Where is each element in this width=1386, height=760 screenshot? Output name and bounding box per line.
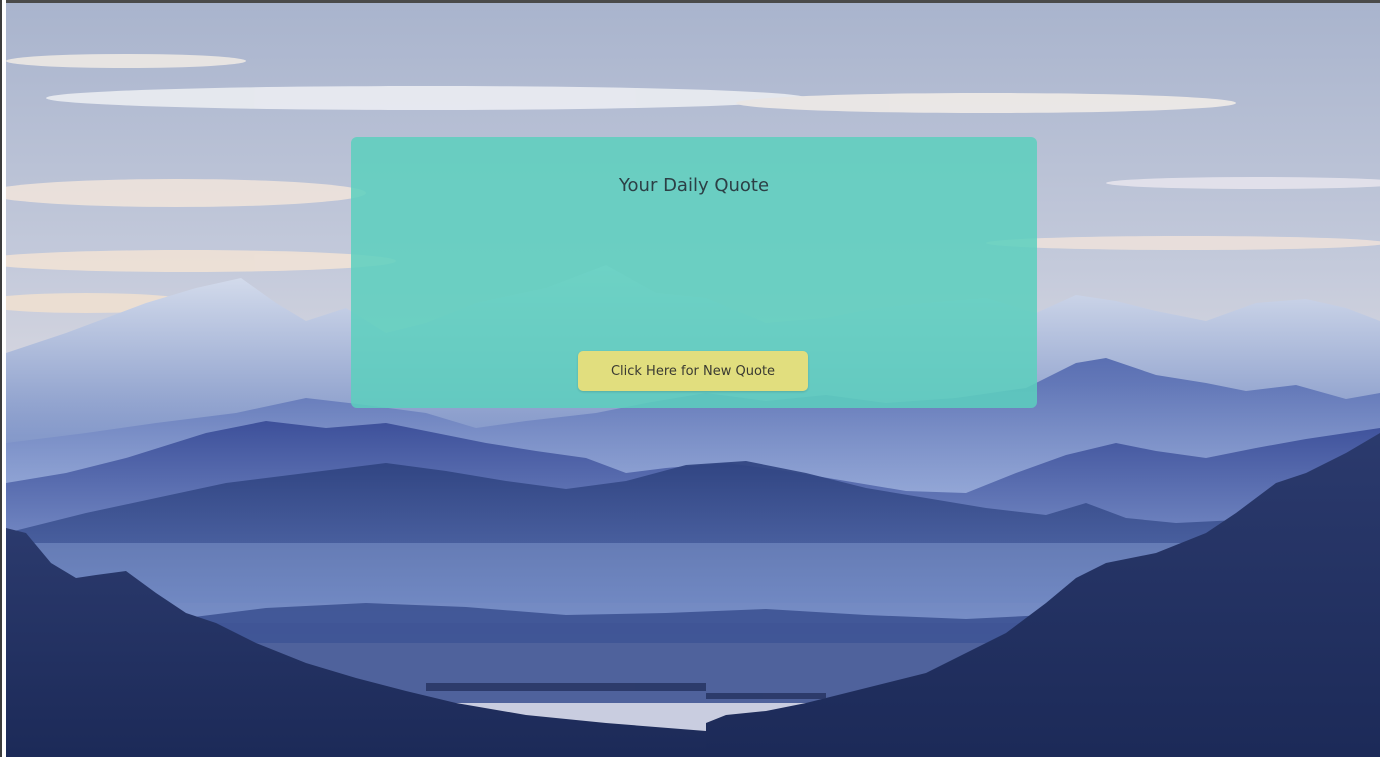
quote-card-title: Your Daily Quote (618, 175, 770, 196)
new-quote-button[interactable]: Click Here for New Quote (578, 351, 808, 391)
quote-card: Your Daily Quote Click Here for New Quot… (351, 137, 1037, 408)
app-window: Your Daily Quote Click Here for New Quot… (0, 0, 1386, 760)
window-top-edge (0, 0, 1386, 3)
window-right-edge (1380, 0, 1386, 760)
window-left-edge (0, 0, 6, 760)
